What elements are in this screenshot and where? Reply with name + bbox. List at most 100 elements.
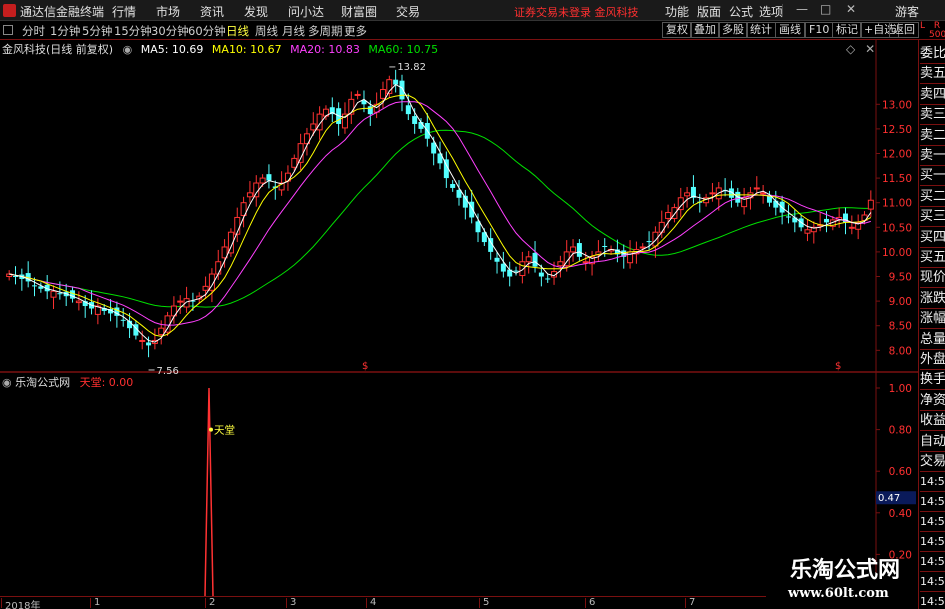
menu-functions[interactable]: 功能 bbox=[665, 3, 689, 20]
candle-body bbox=[139, 339, 146, 342]
candle-body bbox=[246, 192, 253, 198]
stock-label[interactable]: 金风科技(日线 前复权) bbox=[2, 43, 113, 56]
side-panel-item[interactable]: 换手 bbox=[920, 370, 945, 391]
multi-stock-button[interactable]: 多股 bbox=[718, 22, 748, 38]
side-panel-time: 14:56 bbox=[920, 552, 945, 573]
period-60min[interactable]: 60分钟 bbox=[188, 23, 226, 39]
signal-dot bbox=[209, 427, 213, 432]
indicator-expand-icon[interactable]: ◉ bbox=[2, 376, 12, 389]
menu-discover[interactable]: 发现 bbox=[244, 3, 268, 20]
overlay-button[interactable]: 叠加 bbox=[690, 22, 720, 38]
f10-button[interactable]: F10 bbox=[805, 22, 834, 38]
candle-body bbox=[570, 246, 577, 253]
side-panel-item[interactable]: 买二 bbox=[920, 187, 945, 207]
period-intraday[interactable]: 分时 bbox=[22, 23, 45, 39]
price-tick-label: 11.50 bbox=[882, 173, 912, 185]
watermark-url: www.60lt.com bbox=[788, 586, 889, 601]
menu-wenxiaoda[interactable]: 问小达 bbox=[288, 3, 324, 20]
period-multi[interactable]: 多周期 bbox=[308, 23, 343, 39]
period-daily[interactable]: 日线 bbox=[226, 23, 249, 39]
menu-news[interactable]: 资讯 bbox=[200, 3, 224, 20]
ma5-label: MA5: 10.69 bbox=[140, 43, 204, 56]
adjust-button[interactable]: 复权 bbox=[662, 22, 692, 38]
menu-formula[interactable]: 公式 bbox=[729, 3, 753, 20]
toggle-panel-icon[interactable] bbox=[3, 25, 13, 35]
menu-market[interactable]: 市场 bbox=[156, 3, 180, 20]
candle-body bbox=[525, 256, 532, 263]
period-15min[interactable]: 15分钟 bbox=[114, 23, 152, 39]
statistics-button[interactable]: 统计 bbox=[746, 22, 776, 38]
side-panel-item[interactable]: 卖二 bbox=[920, 126, 945, 146]
period-1min[interactable]: 1分钟 bbox=[50, 23, 80, 39]
side-panel-item[interactable]: 自动 bbox=[920, 432, 945, 452]
time-label: 5 bbox=[478, 597, 490, 608]
candle-body bbox=[50, 290, 57, 298]
candle-body bbox=[545, 278, 551, 280]
side-panel-item[interactable]: 外盘 bbox=[920, 350, 945, 370]
candle-body bbox=[450, 184, 456, 188]
side-panel-time: 14:56 bbox=[920, 492, 945, 513]
menu-layout[interactable]: 版面 bbox=[697, 3, 721, 20]
indicator-name[interactable]: 乐淘公式网 bbox=[15, 376, 70, 389]
maximize-icon[interactable]: □ bbox=[820, 2, 831, 16]
indicator-signal: 天堂 bbox=[204, 387, 235, 596]
kline-chart[interactable]: 8.00 8.50 9.00 9.50 10.00 10.50 11.00 11.50 12.0… bbox=[0, 40, 918, 596]
price-tick-label: 10.00 bbox=[882, 247, 912, 259]
side-panel-item[interactable]: 涨幅 bbox=[920, 309, 945, 330]
close-icon[interactable]: ✕ bbox=[846, 2, 856, 16]
side-panel-item[interactable]: 卖四 bbox=[920, 85, 945, 105]
title-bar: 通达信金融终端 行情 市场 资讯 发现 问小达 财富圈 交易 证券交易未登录 金… bbox=[0, 0, 945, 21]
back-button[interactable]: 返回 bbox=[889, 22, 919, 38]
candles-layer bbox=[6, 69, 874, 358]
side-panel-item[interactable]: 买五 bbox=[920, 248, 945, 268]
side-panel-item[interactable]: 买一 bbox=[920, 166, 945, 187]
ma20-line bbox=[9, 101, 871, 326]
period-weekly[interactable]: 周线 bbox=[255, 23, 278, 39]
side-panel-item[interactable]: 委比 bbox=[920, 44, 945, 64]
draw-line-button[interactable]: 画线 bbox=[775, 22, 805, 38]
menu-trade[interactable]: 交易 bbox=[396, 3, 420, 20]
chart-close-icon[interactable]: ✕ bbox=[865, 42, 875, 56]
mark-button[interactable]: 标记 bbox=[832, 22, 862, 38]
low-price-label: 7.56 bbox=[157, 366, 179, 377]
candle-body bbox=[804, 229, 811, 234]
time-label: 7 bbox=[684, 597, 696, 608]
period-monthly[interactable]: 月线 bbox=[282, 23, 305, 39]
menu-market-quotes[interactable]: 行情 bbox=[112, 3, 136, 20]
legend-expand-icon[interactable]: ◉ bbox=[123, 43, 133, 56]
minimize-icon[interactable]: — bbox=[796, 2, 808, 16]
marker-symbol: $ bbox=[835, 361, 841, 372]
time-label: 6 bbox=[584, 597, 596, 608]
lr-l-label: L bbox=[920, 21, 926, 31]
lr-num-label: 500 bbox=[929, 30, 945, 40]
current-value-text: 0.47 bbox=[878, 493, 900, 504]
side-panel-item[interactable]: 卖三 bbox=[920, 105, 945, 126]
side-panel-item[interactable]: 涨跌 bbox=[920, 289, 945, 309]
side-panel-item[interactable]: 交易 bbox=[920, 452, 945, 472]
side-panel-item[interactable]: 买四 bbox=[920, 228, 945, 248]
side-panel-item[interactable]: 买三 bbox=[920, 207, 945, 228]
side-panel-item[interactable]: 卖一 bbox=[920, 146, 945, 166]
menu-wealth-circle[interactable]: 财富圈 bbox=[341, 3, 377, 20]
chart-settings-icon[interactable]: ◇ bbox=[846, 42, 855, 56]
menu-options[interactable]: 选项 bbox=[759, 3, 783, 20]
candle-body bbox=[557, 261, 564, 267]
candle-body bbox=[532, 252, 538, 267]
side-panel-time: 14:56 bbox=[920, 472, 945, 493]
candle-body bbox=[75, 300, 82, 304]
candle-body bbox=[393, 79, 399, 85]
side-panel-item[interactable]: 收益 bbox=[920, 411, 945, 432]
side-panel-item[interactable]: 净资 bbox=[920, 391, 945, 411]
guest-label[interactable]: 游客 bbox=[895, 3, 919, 20]
app-logo-icon bbox=[3, 4, 16, 17]
period-more[interactable]: 更多 bbox=[344, 23, 367, 39]
side-panel-item[interactable]: 卖五 bbox=[920, 64, 945, 85]
period-5min[interactable]: 5分钟 bbox=[82, 23, 112, 39]
ma20-path bbox=[9, 101, 871, 326]
side-panel-item[interactable]: 现价 bbox=[920, 268, 945, 289]
ma10-label: MA10: 10.67 bbox=[211, 43, 282, 56]
side-panel-item[interactable]: 总量 bbox=[920, 330, 945, 350]
period-30min[interactable]: 30分钟 bbox=[151, 23, 189, 39]
candle-body bbox=[215, 261, 222, 275]
candle-body bbox=[760, 192, 767, 195]
